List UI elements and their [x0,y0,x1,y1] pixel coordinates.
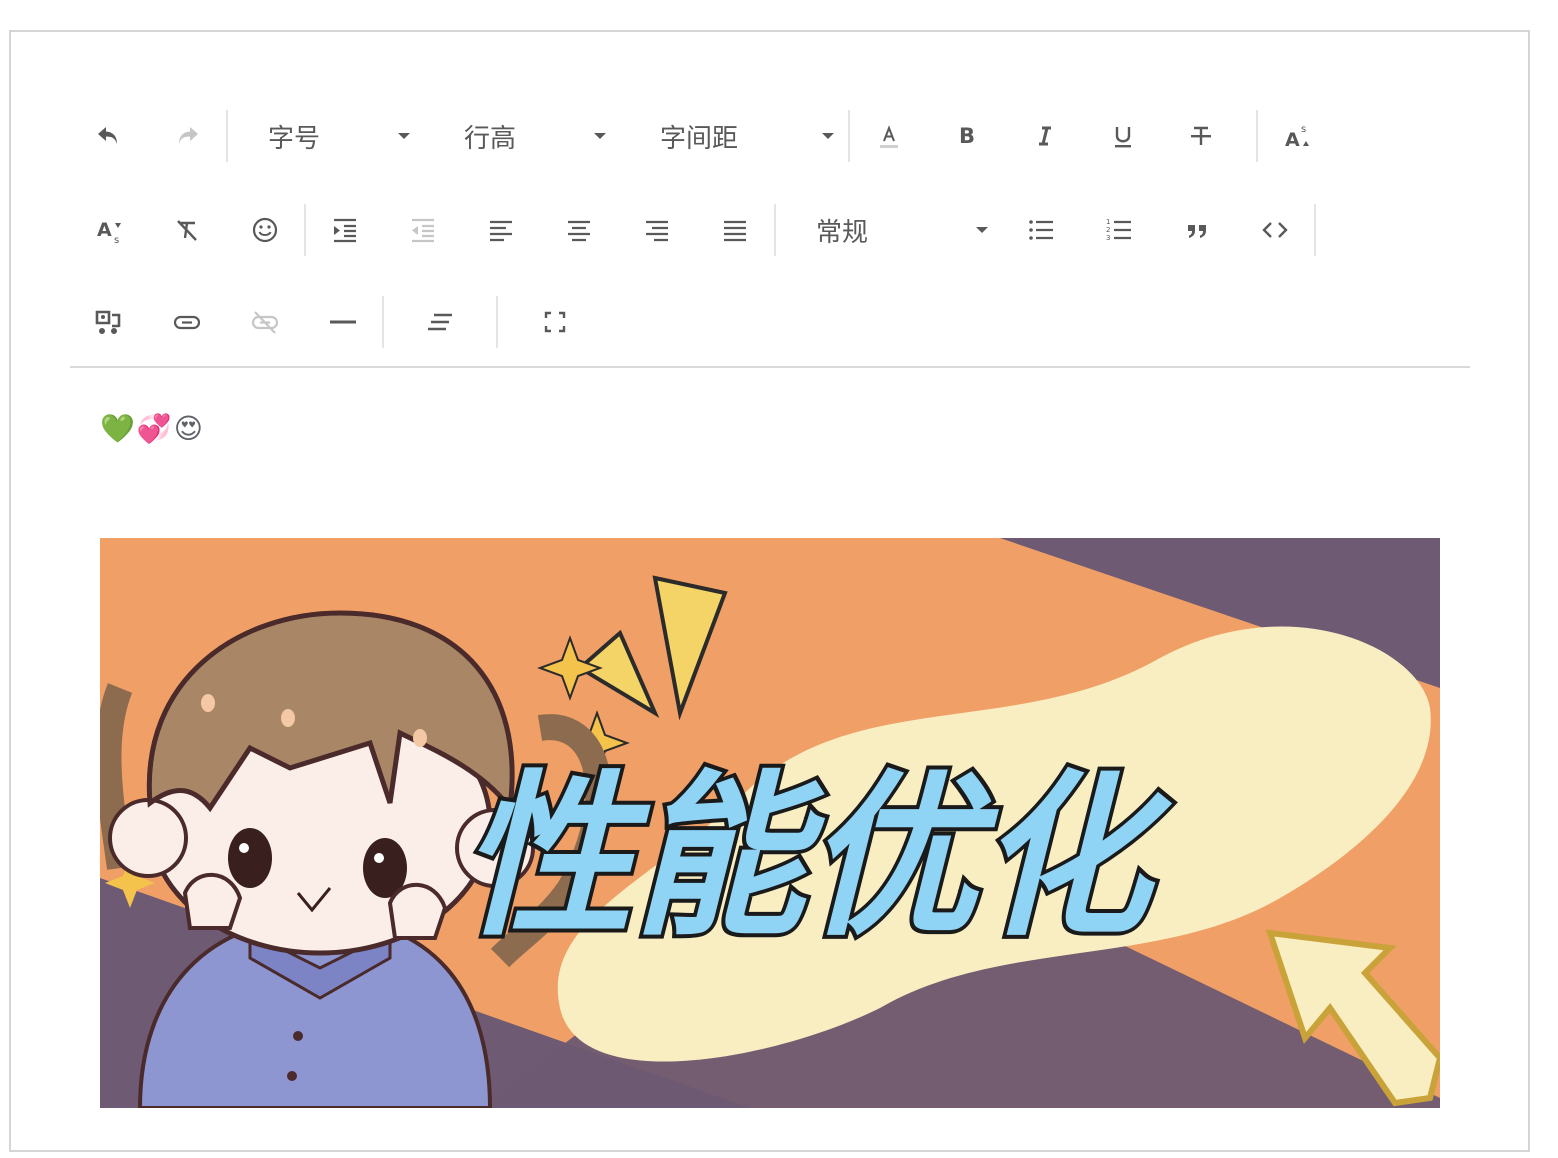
bullet-list-button[interactable] [1002,202,1080,258]
unlink-button[interactable] [226,294,304,350]
text-format-button[interactable] [384,294,496,350]
undo-button[interactable] [70,108,148,164]
clear-format-button[interactable] [148,202,226,258]
ordered-list-icon: 123 [1106,218,1131,242]
ordered-list-button[interactable]: 123 [1080,202,1158,258]
subscript-icon: As [97,219,121,245]
svg-text:A: A [97,219,112,241]
strikethrough-button[interactable] [1162,108,1240,164]
text-format-icon [428,313,452,331]
font-color-icon [880,125,898,148]
font-size-label: 字号 [268,123,321,154]
heading-select[interactable]: 常规 [776,202,1002,258]
italic-button[interactable] [1006,108,1084,164]
bullet-list-icon [1029,220,1053,240]
heading-label: 常规 [816,217,869,248]
fullscreen-icon [544,311,566,333]
align-center-icon [568,220,590,242]
letter-spacing-label: 字间距 [660,123,739,154]
svg-text:B: B [959,124,975,148]
toolbar-separator [1314,204,1316,256]
superscript-icon: As [1285,124,1309,151]
svg-text:s: s [114,235,119,245]
outdent-icon [412,218,434,243]
undo-icon [98,127,117,144]
editor-toolbar: 字号 行高 字间距 B As A s 常规 1 2 3 [70,60,1470,366]
clear-format-icon [177,220,197,241]
bold-button[interactable]: B [928,108,1006,164]
underline-icon [1115,127,1131,148]
toolbar-row-3 [70,286,594,358]
svg-text:s: s [1301,124,1306,135]
heart-eyes-emoji: 😍 [173,411,203,445]
code-button[interactable] [1236,202,1314,258]
align-justify-icon [724,220,746,242]
superscript-button[interactable]: As [1258,108,1336,164]
svg-text:3: 3 [1106,234,1110,242]
insert-link-button[interactable] [148,294,226,350]
align-right-icon [646,220,668,242]
subscript-button[interactable]: As [70,202,148,258]
horizontal-rule-button[interactable] [304,294,382,350]
strikethrough-icon [1191,126,1211,145]
toolbar-separator [496,296,498,348]
emoji-paragraph: 💚 💞 😍 [100,400,1440,456]
fullscreen-button[interactable] [516,294,594,350]
align-justify-button[interactable] [696,202,774,258]
insert-media-button[interactable] [70,294,148,350]
chevron-down-icon [822,133,834,139]
italic-icon [1039,126,1051,146]
redo-button[interactable] [148,108,226,164]
align-left-icon [490,220,512,242]
toolbar-row-2: As 常规 1 2 3 [70,194,1316,266]
line-height-select[interactable]: 行高 [424,108,620,164]
underline-button[interactable] [1084,108,1162,164]
redo-icon [179,127,198,144]
font-size-select[interactable]: 字号 [228,108,424,164]
unlink-icon [251,311,279,334]
horizontal-rule-icon [330,320,356,324]
bold-icon: B [959,124,975,148]
link-icon [173,315,201,330]
toolbar-row-1: 字号 行高 字间距 B As [70,100,1336,172]
chevron-down-icon [398,133,410,139]
chevron-down-icon [594,133,606,139]
quote-icon [1188,225,1206,238]
chevron-down-icon [976,227,988,233]
green-heart-emoji: 💚 [100,411,135,445]
banner-title: 性能优化 [450,756,1191,961]
hearts-emoji: 💞 [136,411,172,445]
banner-illustration: 性能优化 [100,538,1440,1108]
toolbar-divider [70,366,1470,368]
svg-text:2: 2 [1106,226,1110,234]
align-center-button[interactable] [540,202,618,258]
banner-image[interactable]: 性能优化 [100,538,1440,1108]
outdent-button[interactable] [384,202,462,258]
indent-icon [334,218,356,243]
svg-text:A: A [1285,129,1300,151]
emoji-icon [252,217,278,243]
line-height-label: 行高 [464,123,517,154]
emoji-button[interactable] [226,202,304,258]
code-icon [1262,222,1288,238]
letter-spacing-select[interactable]: 字间距 [620,108,848,164]
font-color-button[interactable] [850,108,928,164]
svg-text:1: 1 [1106,218,1110,226]
align-right-button[interactable] [618,202,696,258]
editor-content[interactable]: 💚 💞 😍 [100,400,1440,456]
align-left-button[interactable] [462,202,540,258]
indent-button[interactable] [306,202,384,258]
quote-button[interactable] [1158,202,1236,258]
media-icon [95,310,121,334]
